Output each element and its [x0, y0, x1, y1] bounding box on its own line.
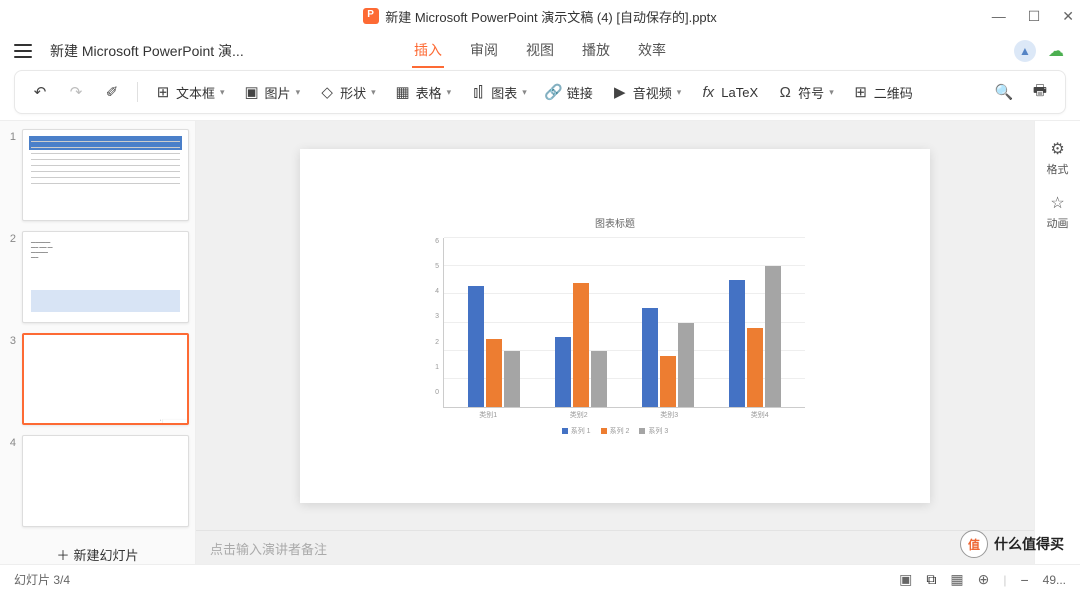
close-button[interactable]: ✕	[1062, 8, 1074, 25]
slide-thumb-1[interactable]	[22, 129, 189, 221]
tab-视图[interactable]: 视图	[524, 34, 556, 68]
watermark: 值什么值得买	[960, 530, 1064, 558]
maximize-button[interactable]: ☐	[1028, 8, 1041, 25]
zoom-out-button[interactable]: −	[1020, 572, 1028, 588]
minimize-button[interactable]: —	[992, 8, 1006, 24]
undo-button[interactable]: ↶	[25, 78, 55, 106]
format-painter-button[interactable]: ✐	[97, 78, 127, 106]
thumb-num: 2	[6, 231, 16, 245]
file-icon	[363, 8, 379, 24]
new-slide-button[interactable]: ＋新建幻灯片	[22, 537, 173, 564]
tab-审阅[interactable]: 审阅	[468, 34, 500, 68]
reading-view-button[interactable]: ▣	[899, 571, 912, 588]
media-button[interactable]: ▶音视频▾	[605, 78, 688, 107]
chart-title: 图表标题	[425, 215, 805, 230]
slideshow-button[interactable]: ▦	[950, 571, 963, 588]
bar	[486, 339, 502, 407]
bar	[765, 266, 781, 407]
image-button[interactable]: ▣图片▾	[237, 78, 307, 107]
bar	[468, 286, 484, 407]
bar	[504, 351, 520, 407]
textbox-button[interactable]: ⊞文本框▾	[148, 78, 231, 107]
document-tab-name[interactable]: 新建 Microsoft PowerPoint 演...	[50, 41, 244, 61]
format-pane-button[interactable]: ⚙格式	[1035, 131, 1080, 185]
speaker-notes[interactable]: 点击输入演讲者备注	[196, 530, 1034, 564]
search-button[interactable]: 🔍	[989, 78, 1019, 106]
print-button[interactable]: 🖶	[1025, 78, 1055, 106]
shape-button[interactable]: ◇形状▾	[312, 78, 382, 107]
latex-button[interactable]: fxLaTeX	[693, 78, 764, 106]
table-button[interactable]: ▦表格▾	[388, 78, 458, 107]
tab-播放[interactable]: 播放	[580, 34, 612, 68]
slide-thumb-2[interactable]: ━━━━━━━━━━━ ━━━ ━━━━━━━━━━━━	[22, 231, 189, 323]
web-button[interactable]: ⊕	[978, 571, 990, 588]
chart-title: 图表标题	[157, 412, 189, 417]
normal-view-button[interactable]: ⧉	[926, 571, 936, 588]
divider: |	[1003, 573, 1006, 587]
chart-button[interactable]: ⫾⫿图表▾	[463, 78, 533, 107]
cloud-sync-icon[interactable]: ☁	[1048, 41, 1064, 61]
thumb-num: 1	[6, 129, 16, 143]
tab-效率[interactable]: 效率	[636, 34, 668, 68]
bar	[555, 337, 571, 407]
bar	[642, 308, 658, 407]
slide-counter: 幻灯片 3/4	[14, 571, 70, 588]
symbol-button[interactable]: Ω符号▾	[770, 78, 840, 107]
qrcode-button[interactable]: ⊞二维码	[846, 78, 919, 107]
thumb-num: 4	[6, 435, 16, 449]
redo-button[interactable]: ↷	[61, 78, 91, 106]
chart-object[interactable]: 图表标题 0123456类别1类别2类别3类别4系列 1系列 2系列 3	[425, 215, 805, 436]
bar	[729, 280, 745, 407]
bar	[573, 283, 589, 407]
animation-pane-button[interactable]: ☆动画	[1035, 185, 1080, 239]
user-avatar[interactable]: ▲	[1014, 40, 1036, 62]
thumb-num: 3	[6, 333, 16, 347]
link-button[interactable]: 🔗链接	[539, 78, 599, 107]
bar	[678, 323, 694, 408]
slide-thumb-4[interactable]	[22, 435, 189, 527]
bar	[747, 328, 763, 407]
bar	[591, 351, 607, 407]
zoom-level[interactable]: 49...	[1043, 573, 1066, 587]
bar	[660, 356, 676, 407]
slide-thumb-3[interactable]: 图表标题 0123456类别1类别2类别3类别4系列 1系列 2系列 3	[22, 333, 189, 425]
hamburger-menu[interactable]	[14, 44, 32, 58]
window-title: 新建 Microsoft PowerPoint 演示文稿 (4) [自动保存的]…	[385, 7, 717, 26]
tab-插入[interactable]: 插入	[412, 34, 444, 68]
slide-canvas[interactable]: 图表标题 0123456类别1类别2类别3类别4系列 1系列 2系列 3	[300, 149, 930, 503]
